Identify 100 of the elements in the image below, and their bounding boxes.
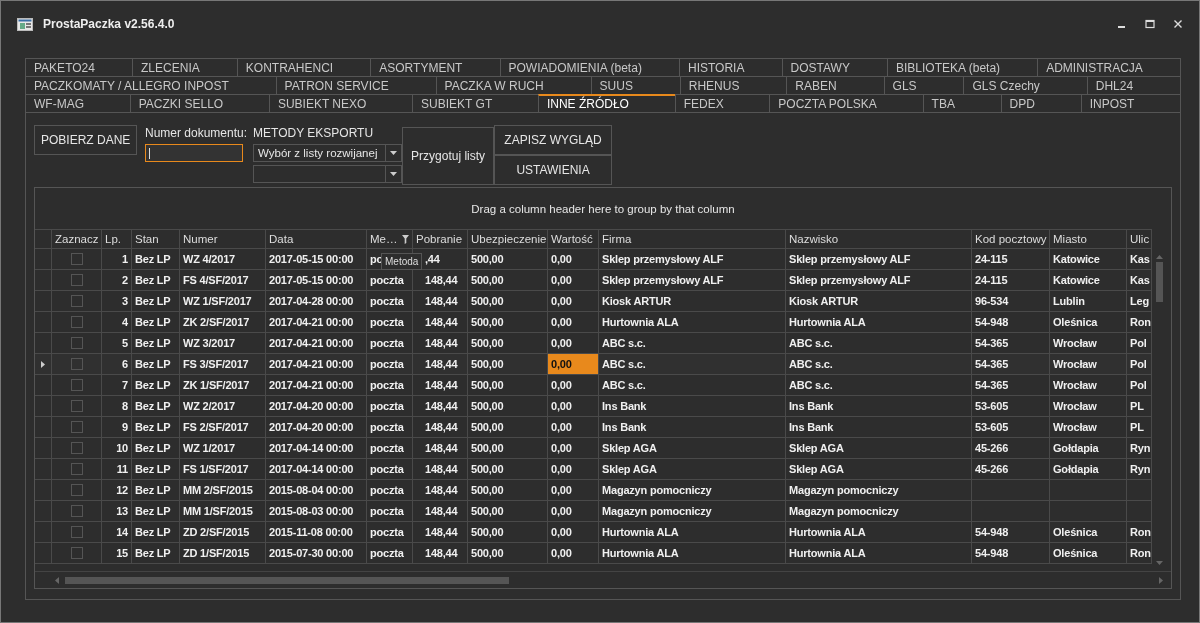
tab[interactable]: HISTORIA <box>679 58 782 76</box>
table-cell: 2017-04-21 00:00 <box>269 337 354 349</box>
table-cell: Bez LP <box>135 358 171 370</box>
scrollbar-thumb[interactable] <box>65 576 509 584</box>
tab[interactable]: INNE ŹRÓDŁO <box>537 94 675 112</box>
table-row[interactable]: 3 Bez LP WZ 1/SF/2017 2017-04-28 00:00 poczta 148,44 500,00 0,00 Kiosk ARTUR Kiosk ARTUR 96-534 Lublin Leg <box>35 291 1152 312</box>
tab[interactable]: PACZKI SELLO <box>129 94 269 112</box>
tab[interactable]: PACZKOMATY / ALLEGRO INPOST <box>25 76 276 94</box>
scroll-right-icon[interactable] <box>1159 576 1163 584</box>
tab[interactable]: RHENUS <box>679 76 787 94</box>
tab[interactable]: ASORTYMENT <box>370 58 500 76</box>
maximize-icon[interactable] <box>1145 19 1155 29</box>
tab[interactable]: DHL24 <box>1086 76 1181 94</box>
table-row[interactable]: 6 Bez LP FS 3/SF/2017 2017-04-21 00:00 poczta 148,44 500,00 0,00 ABC s.c. ABC s.c. 54-365 Wrocław Pol <box>35 354 1152 375</box>
column-header[interactable]: Stan <box>132 230 180 248</box>
checkbox[interactable] <box>70 316 83 328</box>
column-header[interactable]: Pobranie <box>413 230 468 248</box>
scroll-left-icon[interactable] <box>55 576 59 584</box>
table-cell: ABC s.c. <box>602 337 646 349</box>
checkbox[interactable] <box>70 379 83 391</box>
table-row[interactable]: 12 Bez LP MM 2/SF/2015 2015-08-04 00:00 poczta 148,44 500,00 0,00 Magazyn pomocniczy Magazyn pomocniczy <box>35 480 1152 501</box>
tab[interactable]: WF-MAG <box>25 94 130 112</box>
table-row[interactable]: 2 Bez LP FS 4/SF/2017 2017-05-15 00:00 poczta 148,44 500,00 0,00 Sklep przemysłowy ALF Sklep przemysłowy ALF 24-115 Katowice Kas <box>35 270 1152 291</box>
tab[interactable]: ADMINISTRACJA <box>1037 58 1181 76</box>
table-cell: 148,44 <box>425 526 458 538</box>
column-header[interactable]: Zaznacz <box>52 230 102 248</box>
checkbox[interactable] <box>70 421 83 433</box>
checkbox[interactable] <box>70 463 83 475</box>
scroll-up-icon[interactable] <box>1156 255 1163 259</box>
checkbox[interactable] <box>70 358 83 370</box>
table-cell: Hurtownia ALA <box>602 316 679 328</box>
table-row[interactable]: 10 Bez LP WZ 1/2017 2017-04-14 00:00 poczta 148,44 500,00 0,00 Sklep AGA Sklep AGA 45-266 Gołdapia Ryn <box>35 438 1152 459</box>
tab[interactable]: BIBLIOTEKA (beta) <box>887 58 1038 76</box>
tab[interactable]: POWIADOMIENIA (beta) <box>499 58 679 76</box>
column-header[interactable]: Ulic <box>1127 230 1152 248</box>
tab[interactable]: PACZKA W RUCH <box>435 76 591 94</box>
scrollbar-thumb[interactable] <box>1156 262 1163 302</box>
table-row[interactable]: 14 Bez LP ZD 2/SF/2015 2015-11-08 00:00 poczta 148,44 500,00 0,00 Hurtownia ALA Hurtownia ALA 54-948 Oleśnica Ron <box>35 522 1152 543</box>
tab[interactable]: SUBIEKT GT <box>412 94 538 112</box>
table-row[interactable]: 4 Bez LP ZK 2/SF/2017 2017-04-21 00:00 poczta 148,44 500,00 0,00 Hurtownia ALA Hurtownia ALA 54-948 Oleśnica Ron <box>35 312 1152 333</box>
tab[interactable]: SUBIEKT NEXO <box>268 94 413 112</box>
fetch-data-button[interactable]: POBIERZ DANE <box>34 125 137 155</box>
table-cell: poczta <box>370 547 404 559</box>
tab[interactable]: FEDEX <box>674 94 770 112</box>
table-cell: 0,00 <box>551 379 572 391</box>
checkbox[interactable] <box>70 253 83 265</box>
checkbox[interactable] <box>70 295 83 307</box>
tab[interactable]: DPD <box>1000 94 1081 112</box>
column-header[interactable]: Kod pocztowy <box>972 230 1050 248</box>
table-row[interactable]: 11 Bez LP FS 1/SF/2017 2017-04-14 00:00 poczta 148,44 500,00 0,00 Sklep AGA Sklep AGA 45-266 Gołdapia Ryn <box>35 459 1152 480</box>
checkbox[interactable] <box>70 274 83 286</box>
column-header[interactable]: Firma <box>599 230 786 248</box>
column-header[interactable]: Ubezpieczenie <box>468 230 548 248</box>
close-icon[interactable] <box>1173 19 1183 29</box>
table-row[interactable]: 7 Bez LP ZK 1/SF/2017 2017-04-21 00:00 poczta 148,44 500,00 0,00 ABC s.c. ABC s.c. 54-365 Wrocław Pol <box>35 375 1152 396</box>
tab[interactable]: ZLECENIA <box>132 58 237 76</box>
column-header[interactable]: Miasto <box>1050 230 1127 248</box>
tab[interactable]: TBA <box>922 94 1001 112</box>
scroll-down-icon[interactable] <box>1156 561 1163 565</box>
tab[interactable]: GLS Czechy <box>963 76 1087 94</box>
column-header[interactable]: Me… <box>367 230 413 248</box>
tab[interactable]: SUUS <box>590 76 680 94</box>
table-cell: 0,00 <box>551 526 572 538</box>
table-cell: Kas <box>1130 274 1150 286</box>
secondary-dropdown[interactable] <box>253 165 403 183</box>
tab[interactable]: GLS <box>883 76 964 94</box>
tab[interactable]: PAKETO24 <box>25 58 133 76</box>
filter-icon[interactable] <box>402 234 409 244</box>
table-row[interactable]: 13 Bez LP MM 1/SF/2015 2015-08-03 00:00 poczta 148,44 500,00 0,00 Magazyn pomocniczy Magazyn pomocniczy <box>35 501 1152 522</box>
checkbox[interactable] <box>70 547 83 559</box>
checkbox[interactable] <box>70 484 83 496</box>
column-header[interactable]: Data <box>266 230 367 248</box>
tab[interactable]: INPOST <box>1080 94 1181 112</box>
document-number-field[interactable] <box>145 144 243 162</box>
checkbox[interactable] <box>70 526 83 538</box>
column-header[interactable]: Numer <box>180 230 266 248</box>
table-cell: 0,00 <box>551 274 572 286</box>
tab[interactable]: POCZTA POLSKA <box>769 94 923 112</box>
settings-button[interactable]: USTAWIENIA <box>494 155 613 185</box>
export-method-dropdown[interactable]: Wybór z listy rozwijanej <box>253 144 403 162</box>
table-row[interactable]: 8 Bez LP WZ 2/2017 2017-04-20 00:00 poczta 148,44 500,00 0,00 Ins Bank Ins Bank 53-605 Wrocław PL <box>35 396 1152 417</box>
save-layout-button[interactable]: ZAPISZ WYGLĄD <box>494 125 613 155</box>
checkbox[interactable] <box>70 505 83 517</box>
tab[interactable]: PATRON SERVICE <box>275 76 436 94</box>
tab[interactable]: DOSTAWY <box>781 58 887 76</box>
column-header[interactable]: Nazwisko <box>786 230 972 248</box>
prepare-lists-button[interactable]: Przygotuj listy <box>402 127 495 185</box>
column-header[interactable]: Lp. <box>102 230 132 248</box>
table-cell: Magazyn pomocniczy <box>789 505 899 517</box>
table-cell: 0,00 <box>551 337 572 349</box>
table-cell: ZK 1/SF/2017 <box>183 379 250 391</box>
table-cell: 54-948 <box>975 526 1009 538</box>
column-header[interactable]: Wartość <box>548 230 599 248</box>
table-row[interactable]: 15 Bez LP ZD 1/SF/2015 2015-07-30 00:00 poczta 148,44 500,00 0,00 Hurtownia ALA Hurtownia ALA 54-948 Oleśnica Ron <box>35 543 1152 564</box>
table-row[interactable]: 9 Bez LP FS 2/SF/2017 2017-04-20 00:00 poczta 148,44 500,00 0,00 Ins Bank Ins Bank 53-605 Wrocław PL <box>35 417 1152 438</box>
tab[interactable]: RABEN <box>786 76 884 94</box>
checkbox[interactable] <box>70 400 83 412</box>
checkbox[interactable] <box>70 337 83 349</box>
tab[interactable]: KONTRAHENCI <box>236 58 371 76</box>
checkbox[interactable] <box>70 442 83 454</box>
